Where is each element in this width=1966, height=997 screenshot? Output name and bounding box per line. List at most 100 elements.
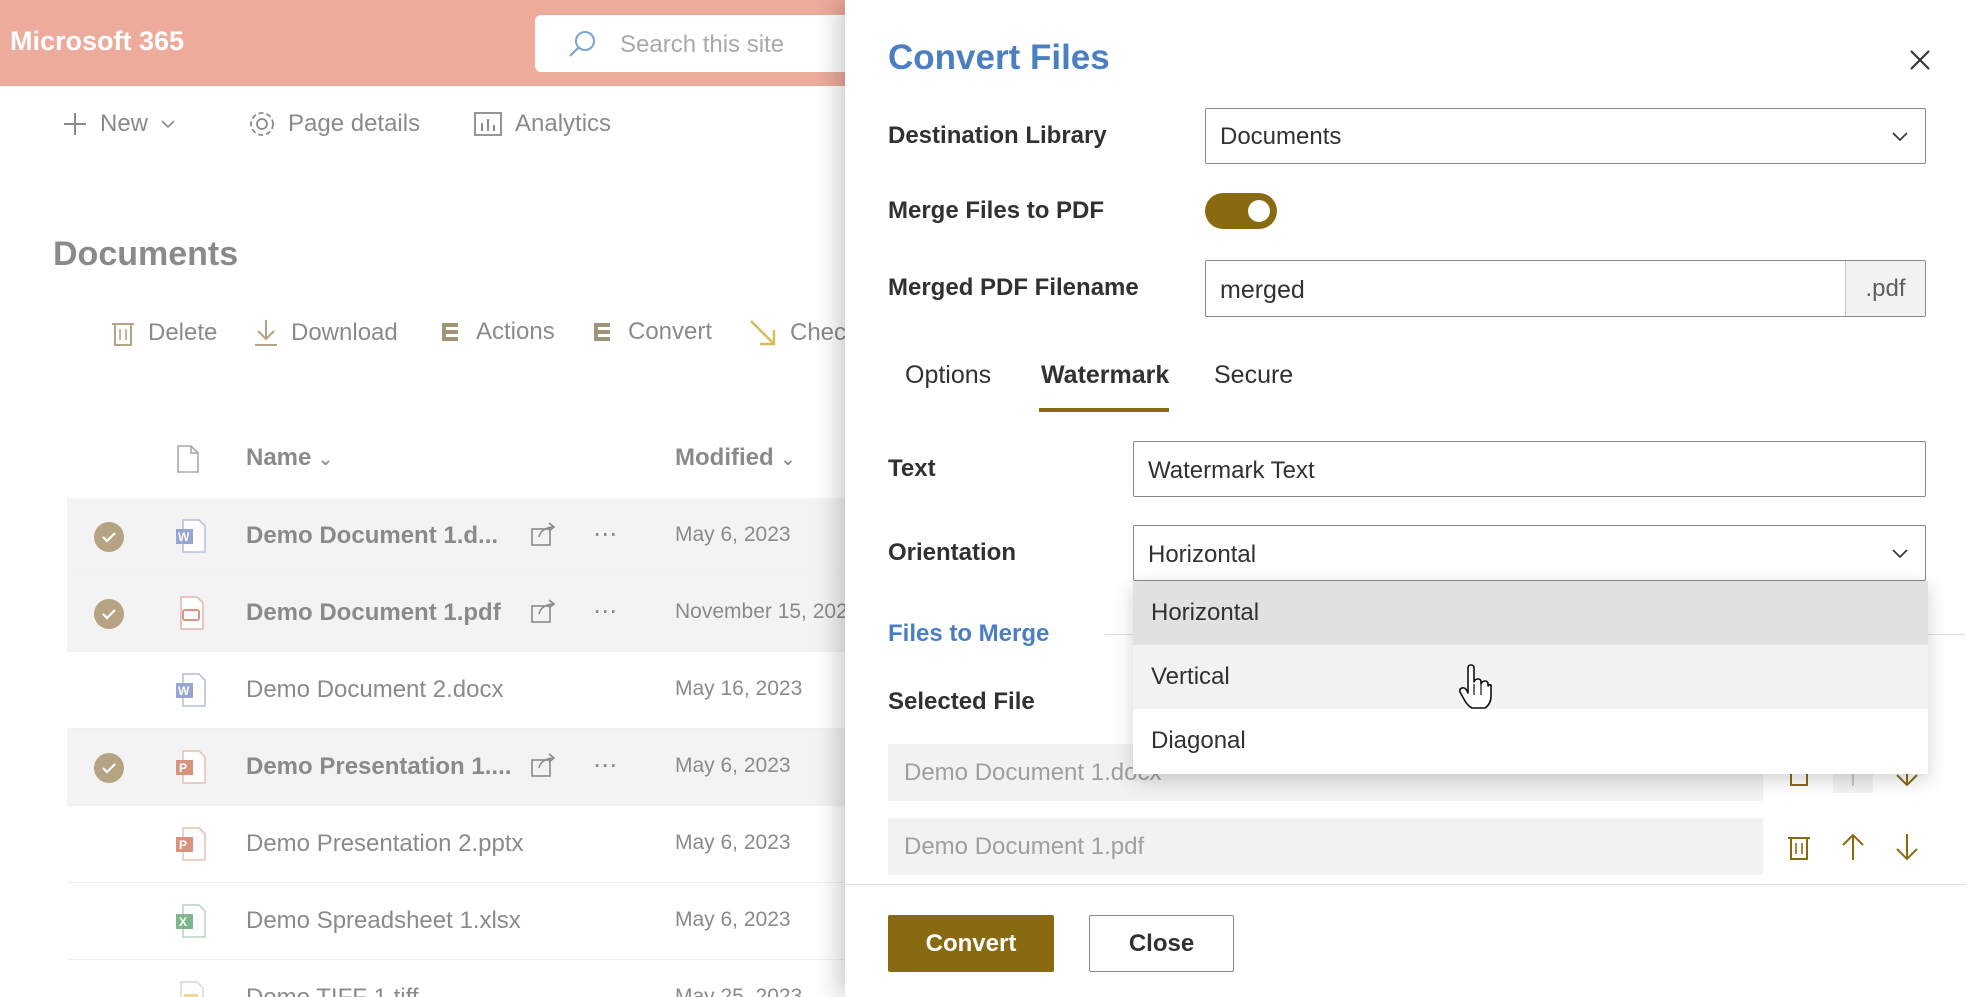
more-options-icon[interactable]: ⋯ (593, 751, 619, 780)
actions-button[interactable]: Actions (440, 318, 555, 346)
checkout-label: Chec (790, 319, 847, 346)
merge-files-toggle[interactable] (1205, 193, 1277, 229)
footer-divider (845, 884, 1966, 885)
orientation-options-list: Horizontal Vertical Diagonal (1133, 581, 1928, 774)
merge-files-label: Merge Files to PDF (888, 197, 1105, 224)
analytics-button[interactable]: Analytics (473, 110, 611, 138)
download-button[interactable]: Download (253, 318, 398, 348)
option-label: Horizontal (1151, 599, 1260, 626)
orientation-option-diagonal[interactable]: Diagonal (1133, 709, 1928, 773)
file-modified: May 6, 2023 (675, 908, 791, 931)
gear-icon (250, 112, 274, 136)
actions-icon (442, 323, 460, 341)
tab-secure[interactable]: Secure (1214, 361, 1293, 390)
powerpoint-icon: P (176, 750, 206, 784)
file-name[interactable]: Demo Presentation 2.pptx (246, 830, 524, 858)
page-details-button[interactable]: Page details (248, 110, 420, 138)
file-name[interactable]: Demo Presentation 1.... (246, 753, 511, 781)
orientation-option-horizontal[interactable]: Horizontal (1133, 581, 1928, 645)
excel-icon: X (176, 904, 206, 938)
file-name[interactable]: Demo Document 1.pdf (246, 599, 501, 627)
share-icon[interactable] (529, 751, 557, 779)
powerpoint-icon: P (176, 827, 206, 861)
share-icon[interactable] (529, 520, 557, 548)
merge-file-field[interactable]: Demo Document 1.pdf (888, 818, 1763, 875)
destination-library-value: Documents (1220, 123, 1342, 150)
chevron-down-icon: ⌄ (780, 449, 796, 469)
actions-label: Actions (476, 318, 555, 345)
file-name[interactable]: Demo Document 1.d... (246, 522, 498, 550)
convert-button[interactable]: Convert (888, 915, 1054, 972)
checkout-icon (750, 320, 776, 346)
active-tab-indicator (1039, 408, 1169, 412)
tab-options[interactable]: Options (905, 361, 991, 390)
tab-watermark[interactable]: Watermark (1041, 361, 1169, 390)
watermark-text-value: Watermark Text (1148, 457, 1315, 484)
file-list: W Demo Document 1.d... ⋯ May 6, 2023 Dem… (67, 498, 927, 997)
svg-text:W: W (178, 530, 190, 544)
check-icon[interactable] (94, 753, 124, 783)
more-options-icon[interactable]: ⋯ (593, 597, 619, 626)
panel-title: Convert Files (888, 38, 1110, 77)
file-row[interactable]: Demo Document 1.pdf ⋯ November 15, 202 (67, 575, 927, 652)
app-title[interactable]: Microsoft 365 (10, 26, 184, 57)
selected-file-label: Selected File (888, 688, 1035, 715)
image-icon (180, 981, 204, 997)
close-icon[interactable] (1905, 45, 1935, 75)
file-row[interactable]: W Demo Document 1.d... ⋯ May 6, 2023 (67, 498, 927, 575)
merged-filename-label: Merged PDF Filename (888, 274, 1139, 301)
move-down-button[interactable] (1887, 827, 1927, 867)
file-name[interactable]: Demo Document 2.docx (246, 676, 503, 704)
analytics-icon (474, 112, 502, 136)
column-modified-header[interactable]: Modified ⌄ (675, 444, 795, 472)
option-label: Diagonal (1151, 727, 1246, 754)
plus-icon (64, 113, 86, 135)
file-modified: May 6, 2023 (675, 831, 791, 854)
svg-text:W: W (178, 684, 190, 698)
convert-toolbar-button[interactable]: Convert (592, 318, 712, 346)
search-icon (569, 31, 595, 57)
checkout-button[interactable]: Chec (748, 318, 846, 348)
analytics-label: Analytics (515, 110, 612, 137)
trash-icon (112, 323, 134, 346)
file-row[interactable]: Demo TIFF 1.tiff May 25, 2023 (67, 960, 927, 997)
watermark-text-input[interactable]: Watermark Text (1133, 441, 1926, 497)
convert-files-panel: Convert Files Destination Library Docume… (845, 0, 1966, 997)
orientation-label: Orientation (888, 539, 1017, 566)
orientation-dropdown[interactable]: Horizontal (1133, 525, 1926, 581)
file-row[interactable]: P Demo Presentation 1.... ⋯ May 6, 2023 (67, 729, 927, 806)
check-icon[interactable] (94, 599, 124, 629)
more-options-icon[interactable]: ⋯ (593, 520, 619, 549)
check-icon[interactable] (94, 522, 124, 552)
file-row[interactable]: X Demo Spreadsheet 1.xlsx May 6, 2023 (67, 883, 927, 960)
column-modified-label: Modified (675, 444, 774, 471)
svg-text:P: P (179, 838, 187, 852)
share-icon[interactable] (529, 597, 557, 625)
new-button[interactable]: New (62, 110, 176, 138)
svg-text:X: X (179, 915, 187, 929)
merged-filename-input[interactable]: merged .pdf (1205, 260, 1926, 317)
destination-library-label: Destination Library (888, 122, 1107, 149)
file-name[interactable]: Demo TIFF 1.tiff (246, 984, 419, 997)
close-button[interactable]: Close (1089, 915, 1234, 972)
file-name[interactable]: Demo Spreadsheet 1.xlsx (246, 907, 521, 935)
column-name-header[interactable]: Name ⌄ (246, 444, 333, 472)
file-modified: May 6, 2023 (675, 523, 791, 546)
word-icon: W (176, 673, 206, 707)
file-type-icon (177, 445, 199, 473)
move-up-button[interactable] (1833, 827, 1873, 867)
orientation-option-vertical[interactable]: Vertical (1133, 645, 1928, 709)
file-row[interactable]: W Demo Document 2.docx May 16, 2023 (67, 652, 927, 729)
file-row[interactable]: P Demo Presentation 2.pptx May 6, 2023 (67, 806, 927, 883)
delete-file-button[interactable] (1779, 827, 1819, 867)
file-modified: May 6, 2023 (675, 754, 791, 777)
delete-button[interactable]: Delete (110, 318, 217, 348)
merged-filename-value: merged (1220, 276, 1305, 304)
svg-text:P: P (179, 761, 187, 775)
files-to-merge-header[interactable]: Files to Merge (888, 620, 1049, 648)
chevron-down-icon (1892, 132, 1908, 142)
file-modified: May 16, 2023 (675, 677, 803, 700)
destination-library-dropdown[interactable]: Documents (1205, 108, 1926, 164)
word-icon: W (176, 519, 206, 553)
toggle-knob (1248, 200, 1270, 222)
